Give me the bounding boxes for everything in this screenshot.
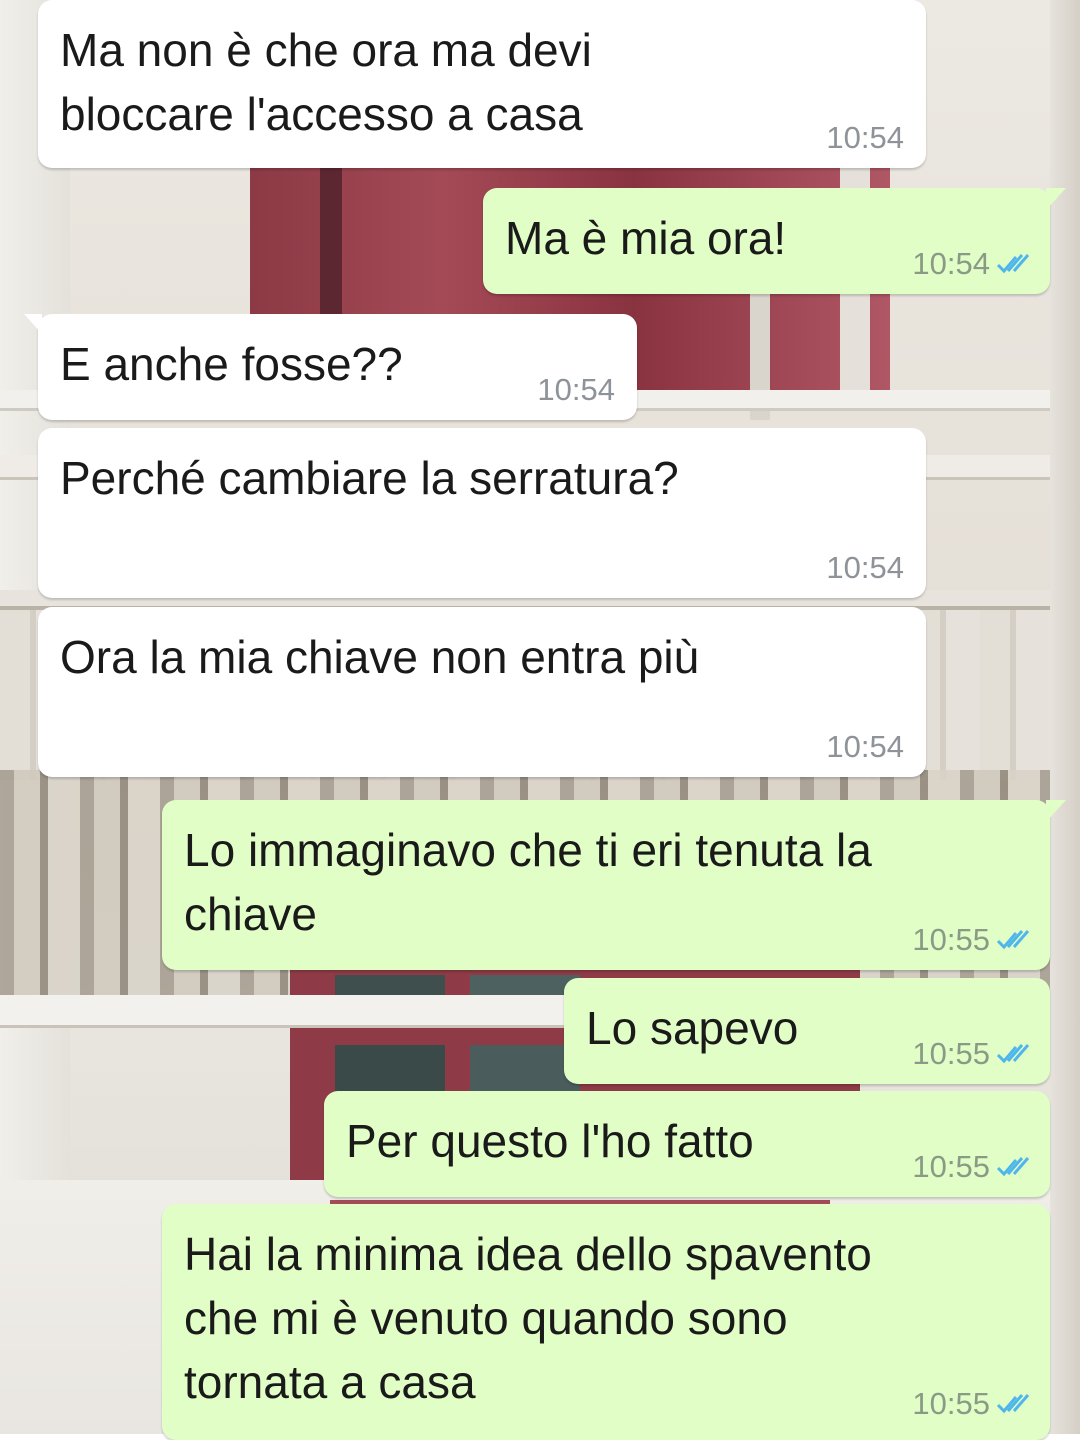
message-bubble-incoming[interactable]: Perché cambiare la serratura? 10:54 — [38, 428, 926, 598]
message-meta: 10:55 — [912, 1036, 1030, 1072]
message-meta: 10:54 — [826, 729, 904, 765]
message-bubble-outgoing[interactable]: Ma è mia ora! 10:54 — [483, 188, 1066, 294]
message-time: 10:54 — [826, 120, 904, 155]
message-bubble-incoming[interactable]: Ora la mia chiave non entra più 10:54 — [38, 607, 926, 777]
message-time: 10:54 — [826, 729, 904, 764]
message-meta: 10:55 — [912, 1386, 1030, 1422]
message-bubble-outgoing[interactable]: Hai la minima idea dello spavento che mi… — [162, 1204, 1050, 1440]
message-meta: 10:54 — [537, 372, 615, 408]
double-check-icon — [996, 1044, 1030, 1064]
message-time: 10:55 — [912, 1149, 990, 1184]
message-meta: 10:54 — [912, 246, 1030, 282]
message-time: 10:54 — [826, 550, 904, 585]
message-time: 10:55 — [912, 1036, 990, 1071]
message-bubble-outgoing[interactable]: Lo immaginavo che ti eri tenuta la chiav… — [162, 800, 1066, 970]
double-check-icon — [996, 254, 1030, 274]
message-bubble-incoming[interactable]: E anche fosse?? 10:54 — [24, 314, 637, 420]
message-time: 10:55 — [912, 922, 990, 957]
message-text: Ma non è che ora ma devi bloccare l'acce… — [60, 24, 592, 140]
double-check-icon — [996, 1394, 1030, 1414]
message-meta: 10:54 — [826, 120, 904, 156]
message-time: 10:54 — [537, 372, 615, 407]
message-meta: 10:55 — [912, 922, 1030, 958]
message-bubble-outgoing[interactable]: Per questo l'ho fatto 10:55 — [324, 1091, 1050, 1197]
double-check-icon — [996, 1157, 1030, 1177]
message-bubble-outgoing[interactable]: Lo sapevo 10:55 — [564, 978, 1050, 1084]
message-text: Hai la minima idea dello spavento che mi… — [184, 1228, 872, 1408]
message-text: Ora la mia chiave non entra più — [60, 631, 700, 683]
message-meta: 10:54 — [826, 550, 904, 586]
message-text: E anche fosse?? — [60, 338, 403, 390]
message-meta: 10:55 — [912, 1149, 1030, 1185]
message-text: Lo immaginavo che ti eri tenuta la chiav… — [184, 824, 872, 940]
double-check-icon — [996, 930, 1030, 950]
message-time: 10:54 — [912, 246, 990, 281]
message-time: 10:55 — [912, 1386, 990, 1421]
message-list[interactable]: Ma non è che ora ma devi bloccare l'acce… — [0, 0, 1080, 1440]
message-text: Perché cambiare la serratura? — [60, 452, 679, 504]
message-bubble-incoming[interactable]: Ma non è che ora ma devi bloccare l'acce… — [38, 0, 926, 168]
